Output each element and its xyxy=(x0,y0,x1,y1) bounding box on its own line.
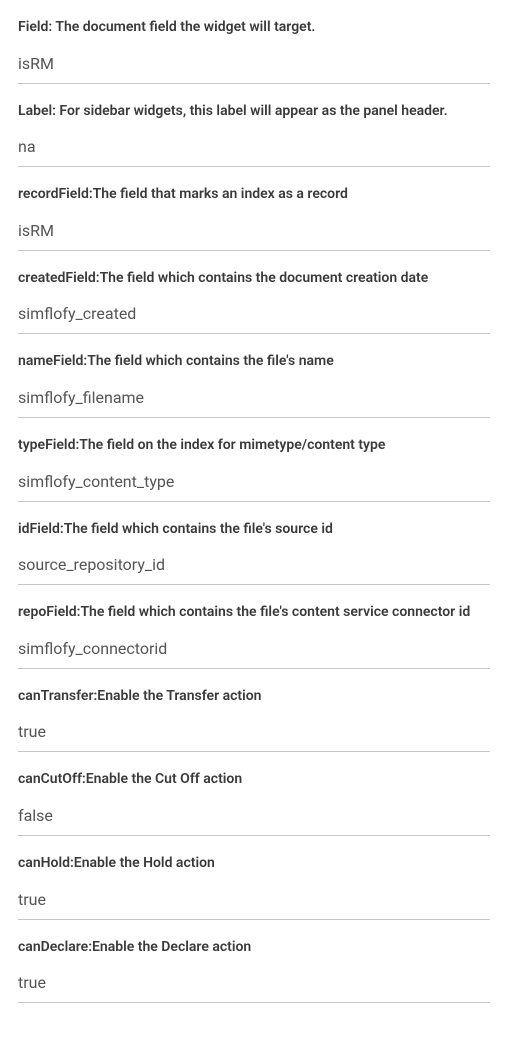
label-group: Label: For sidebar widgets, this label w… xyxy=(18,102,490,168)
name-field-input[interactable] xyxy=(18,382,490,418)
created-field-label: createdField:The field which contains th… xyxy=(18,269,490,289)
field-input[interactable] xyxy=(18,48,490,84)
config-form: Field: The document field the widget wil… xyxy=(18,18,490,1003)
can-transfer-group: canTransfer:Enable the Transfer action xyxy=(18,687,490,753)
can-cutoff-input[interactable] xyxy=(18,800,490,836)
label-input[interactable] xyxy=(18,131,490,167)
can-declare-input[interactable] xyxy=(18,967,490,1003)
id-field-input[interactable] xyxy=(18,549,490,585)
name-field-group: nameField:The field which contains the f… xyxy=(18,352,490,418)
id-field-group: idField:The field which contains the fil… xyxy=(18,520,490,586)
can-hold-label: canHold:Enable the Hold action xyxy=(18,854,490,874)
type-field-input[interactable] xyxy=(18,466,490,502)
created-field-group: createdField:The field which contains th… xyxy=(18,269,490,335)
repo-field-group: repoField:The field which contains the f… xyxy=(18,603,490,669)
record-field-group: recordField:The field that marks an inde… xyxy=(18,185,490,251)
can-hold-input[interactable] xyxy=(18,884,490,920)
can-declare-group: canDeclare:Enable the Declare action xyxy=(18,938,490,1004)
can-declare-label: canDeclare:Enable the Declare action xyxy=(18,938,490,958)
record-field-label: recordField:The field that marks an inde… xyxy=(18,185,490,205)
can-transfer-label: canTransfer:Enable the Transfer action xyxy=(18,687,490,707)
created-field-input[interactable] xyxy=(18,298,490,334)
can-cutoff-label: canCutOff:Enable the Cut Off action xyxy=(18,770,490,790)
type-field-group: typeField:The field on the index for mim… xyxy=(18,436,490,502)
can-transfer-input[interactable] xyxy=(18,716,490,752)
label-label: Label: For sidebar widgets, this label w… xyxy=(18,102,490,122)
id-field-label: idField:The field which contains the fil… xyxy=(18,520,490,540)
name-field-label: nameField:The field which contains the f… xyxy=(18,352,490,372)
can-cutoff-group: canCutOff:Enable the Cut Off action xyxy=(18,770,490,836)
field-group: Field: The document field the widget wil… xyxy=(18,18,490,84)
can-hold-group: canHold:Enable the Hold action xyxy=(18,854,490,920)
repo-field-label: repoField:The field which contains the f… xyxy=(18,603,490,623)
field-label: Field: The document field the widget wil… xyxy=(18,18,490,38)
record-field-input[interactable] xyxy=(18,215,490,251)
repo-field-input[interactable] xyxy=(18,633,490,669)
type-field-label: typeField:The field on the index for mim… xyxy=(18,436,490,456)
